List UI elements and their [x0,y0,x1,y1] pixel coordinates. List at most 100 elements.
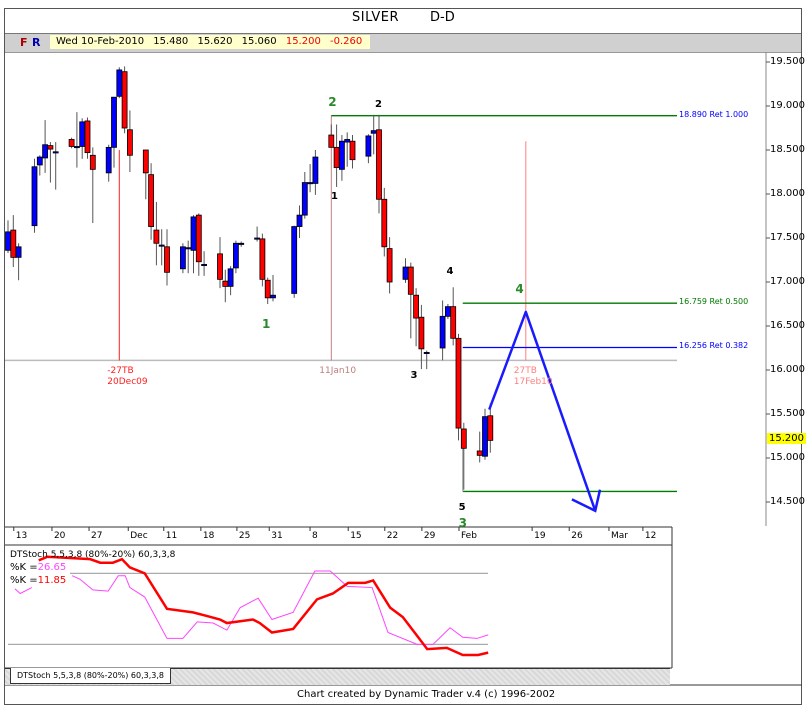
date-axis-label: 12 [644,531,657,541]
candle-up [5,231,11,251]
candle-down [407,266,414,295]
time-marker-date: 20Dec09 [107,377,148,388]
price-axis-label: 16.500 [770,320,805,331]
candle-up [105,146,112,174]
candle-down [148,174,155,227]
candle-down [195,214,202,263]
stoch-k1-line [14,587,33,595]
stoch-k2-readout: %K =11.85 [10,575,66,586]
candle-down [349,140,356,161]
wave-label: 4 [446,266,454,278]
date-axis-label: 19 [534,531,546,541]
candle-up [15,246,22,258]
wave-label: 2 [374,99,382,110]
candle-down [127,129,133,156]
date-axis-label: Feb [460,531,477,541]
last-price-marker: 15.200 [767,433,806,444]
candle-down [217,253,223,280]
k2-label: %K = [10,575,38,586]
date-axis-label: 18 [202,531,215,541]
price-axis-label: 14.500 [770,496,805,507]
candle-up [238,242,245,245]
candle-down [328,134,335,148]
stoch-k1-readout: %K =26.65 [10,562,66,573]
candle-down [460,428,467,449]
candle-down [381,198,388,248]
date-axis-label: 22 [386,531,399,541]
candle-down [487,415,494,441]
candle-up [179,246,186,270]
price-axis-label: 18.000 [770,188,805,199]
candle-up [312,156,319,184]
wave-label: 2 [328,94,337,109]
candle-down [413,294,420,319]
candle-up [291,226,298,294]
candle-up [111,96,117,148]
candle-up [423,351,430,354]
price-axis-label: 19.000 [770,100,805,111]
candle-down [84,120,91,154]
candle-down [264,279,271,299]
candle-down [222,280,229,287]
date-axis-label: 8 [312,531,318,541]
candle-up [365,135,372,157]
time-marker-date: 17Feb10 [513,377,553,388]
price-chart[interactable] [0,0,807,711]
candle-up [444,306,451,317]
candle-down [10,229,17,258]
k1-value: 26.65 [37,562,67,573]
wave-label: 3 [410,370,418,382]
candle-up [307,182,314,185]
wave-label: 4 [515,282,524,297]
candle-up [301,182,308,216]
candle-down [164,246,170,273]
candle-down [376,129,382,200]
tab-dtstoch[interactable]: DTStoch 5,5,3,8 (80%-20%) 60,3,3,8 [10,668,172,684]
price-axis-label: 17.500 [770,232,805,243]
candle-down [47,145,54,150]
candle-down [142,149,149,174]
projection-arrow [488,310,597,512]
candle-down [89,154,96,170]
candle-down [259,238,266,280]
k2-value: 11.85 [37,575,67,586]
wave-label: 1 [262,317,271,332]
date-axis-label: Mar [610,531,628,541]
wave-label: 5 [458,502,466,514]
price-axis-label: 19.500 [770,56,805,67]
stoch-title: DTStoch 5,5,3,8 (80%-20%) 60,3,3,8 [10,550,176,560]
candle-up [116,69,123,97]
time-marker-label: 11Jan10 [319,366,357,377]
date-axis-label: 15 [350,531,362,541]
candle-up [79,121,86,147]
date-axis-label: 31 [271,531,283,541]
date-axis-label: Dec [130,531,148,541]
retracement-label: 16.759 Ret 0.500 [679,297,749,307]
candle-up [439,315,446,349]
k1-label: %K = [10,562,38,573]
candle-down [333,146,340,169]
candle-up [185,247,192,250]
date-axis-label: 13 [15,531,28,541]
candle-down [418,316,425,350]
candle-down [476,450,483,456]
date-axis-label: 29 [423,531,436,541]
price-axis-label: 18.500 [770,144,805,155]
candle-up [31,166,38,227]
credit-text: Chart created by Dynamic Trader v.4 (c) … [297,689,556,700]
date-axis-label: 27 [91,531,103,541]
retracement-label: 18.890 Ret 1.000 [679,109,749,119]
candle-down [121,71,128,129]
time-marker-label: -27TB [107,366,134,377]
price-axis-label: 17.000 [770,276,805,287]
candle-up [482,416,488,457]
candle-up [201,263,208,266]
candle-down [68,139,75,147]
candle-down [153,229,160,244]
candle-up [370,130,377,134]
candle-down [386,248,393,283]
price-axis-label: 15.000 [770,452,805,463]
candle-up [296,214,303,227]
candle-down [450,306,457,339]
date-axis-label: 26 [571,531,583,541]
